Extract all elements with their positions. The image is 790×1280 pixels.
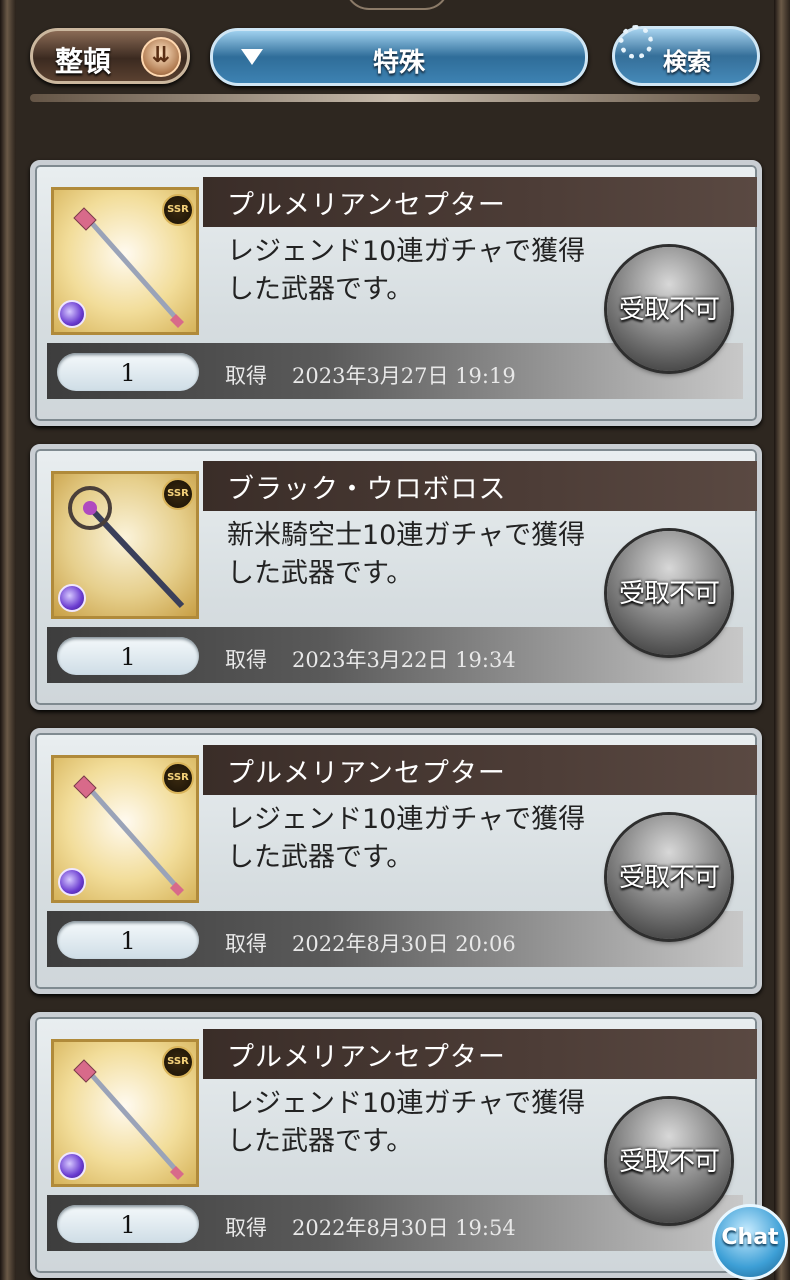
- acquired-label: 取得: [225, 364, 267, 388]
- acquired-label: 取得: [225, 648, 267, 672]
- rarity-badge: SSR: [162, 1046, 194, 1078]
- acquired-label: 取得: [225, 1216, 267, 1240]
- item-count: 1: [57, 637, 199, 675]
- weapon-thumbnail[interactable]: SSR: [51, 1039, 199, 1187]
- item-card: SSR プルメリアンセプター レジェンド10連ガチャで獲得した武器です。 1 取…: [30, 160, 762, 426]
- acquired-date: 2022年8月30日 19:54: [292, 1216, 516, 1240]
- search-button[interactable]: 検索: [612, 25, 760, 86]
- acquired-date: 2022年8月30日 20:06: [292, 932, 516, 956]
- item-card: SSR プルメリアンセプター レジェンド10連ガチャで獲得した武器です。 1 取…: [30, 728, 762, 994]
- item-name: ブラック・ウロボロス: [227, 474, 507, 505]
- frame-right-border: [774, 0, 790, 1280]
- receive-button[interactable]: 受取不可: [607, 531, 731, 655]
- receive-button-label: 受取不可: [618, 1147, 720, 1177]
- item-name: プルメリアンセプター: [227, 1042, 506, 1073]
- receive-button-label: 受取不可: [618, 863, 720, 893]
- rarity-badge: SSR: [162, 194, 194, 226]
- sort-button[interactable]: 整頓 ⇊: [30, 28, 190, 84]
- rarity-badge: SSR: [162, 478, 194, 510]
- item-description: 新米騎空士10連ガチャで獲得した武器です。: [227, 520, 586, 589]
- acquired-date: 2023年3月22日 19:34: [292, 648, 516, 672]
- chat-button[interactable]: Chat: [712, 1204, 788, 1280]
- item-count: 1: [57, 921, 199, 959]
- dark-element-icon: [58, 1152, 86, 1180]
- weapon-thumbnail[interactable]: SSR: [51, 187, 199, 335]
- item-description: レジェンド10連ガチャで獲得した武器です。: [227, 804, 586, 873]
- item-count: 1: [57, 1205, 199, 1243]
- weapon-thumbnail[interactable]: SSR: [51, 471, 199, 619]
- sort-button-label: 整頓: [55, 45, 112, 78]
- item-card: SSR プルメリアンセプター レジェンド10連ガチャで獲得した武器です。 1 取…: [30, 1012, 762, 1278]
- filter-dropdown-label: 特殊: [372, 48, 425, 78]
- acquired-label: 取得: [225, 932, 267, 956]
- rarity-badge: SSR: [162, 762, 194, 794]
- sort-chevron-icon: ⇊: [141, 37, 181, 77]
- item-description: レジェンド10連ガチャで獲得した武器です。: [227, 236, 586, 305]
- acquired-date: 2023年3月27日 19:19: [292, 364, 516, 388]
- receive-button[interactable]: 受取不可: [607, 247, 731, 371]
- chat-button-label: Chat: [721, 1225, 779, 1250]
- gear-icon: [619, 25, 653, 59]
- dark-element-icon: [58, 868, 86, 896]
- receive-button-label: 受取不可: [618, 579, 720, 609]
- search-button-label: 検索: [663, 48, 711, 76]
- item-card: SSR ブラック・ウロボロス 新米騎空士10連ガチャで獲得した武器です。 1 取…: [30, 444, 762, 710]
- item-description: レジェンド10連ガチャで獲得した武器です。: [227, 1088, 586, 1157]
- dark-element-icon: [58, 584, 86, 612]
- receive-button[interactable]: 受取不可: [607, 815, 731, 939]
- frame-left-border: [0, 0, 16, 1280]
- receive-button[interactable]: 受取不可: [607, 1099, 731, 1223]
- top-ornament: [345, 0, 449, 10]
- item-name: プルメリアンセプター: [227, 758, 506, 789]
- filter-dropdown[interactable]: 特殊: [210, 28, 588, 86]
- receive-button-label: 受取不可: [618, 295, 720, 325]
- item-name: プルメリアンセプター: [227, 190, 506, 221]
- toolbar-divider: [30, 94, 760, 102]
- weapon-thumbnail[interactable]: SSR: [51, 755, 199, 903]
- dark-element-icon: [58, 300, 86, 328]
- item-count: 1: [57, 353, 199, 391]
